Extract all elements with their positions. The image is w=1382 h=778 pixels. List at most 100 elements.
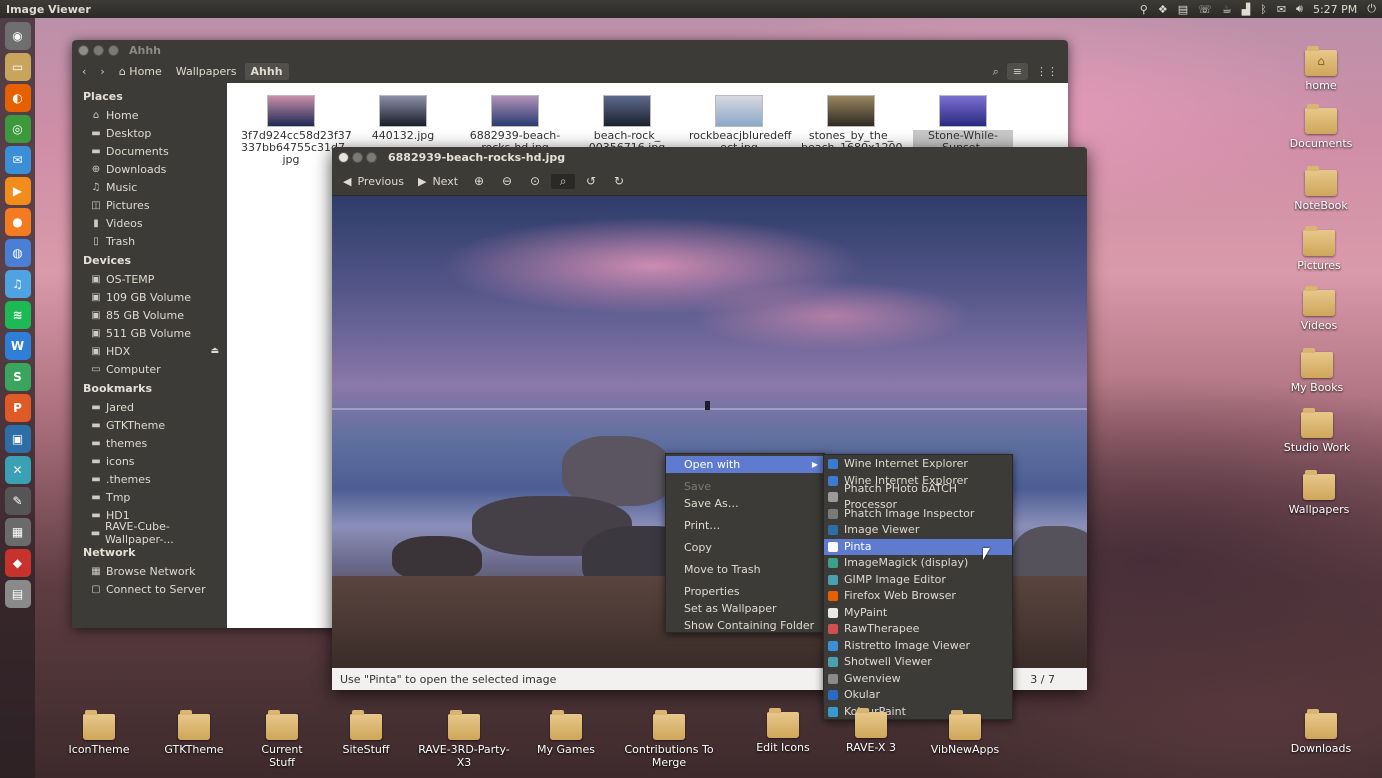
zoom-normal-icon[interactable]: ⊙: [523, 174, 547, 188]
chromium-icon[interactable]: ◍: [4, 239, 31, 267]
desktop-icon-downloads[interactable]: Downloads: [1286, 709, 1356, 755]
minimize-button[interactable]: [93, 44, 104, 56]
image-viewer-icon[interactable]: ▣: [4, 425, 31, 453]
open-with-item-ristretto-image-viewer[interactable]: Ristretto Image Viewer: [824, 638, 1012, 655]
writer-icon[interactable]: W: [4, 332, 31, 360]
close-button[interactable]: [338, 151, 349, 163]
grid-view-icon[interactable]: ⋮⋮: [1030, 63, 1064, 80]
skype-icon[interactable]: ☏: [1198, 3, 1212, 16]
open-with-item-rawtherapee[interactable]: RawTherapee: [824, 621, 1012, 638]
rotate-left-icon[interactable]: ↺: [579, 174, 603, 188]
sidebar-item-documents[interactable]: ▬ Documents: [72, 142, 227, 160]
list-view-icon[interactable]: ≡: [1006, 63, 1028, 80]
sidebar-item-icons[interactable]: ▬ icons: [72, 452, 227, 470]
open-with-item-shotwell-viewer[interactable]: Shotwell Viewer: [824, 654, 1012, 671]
coffee-icon[interactable]: ☕: [1222, 3, 1232, 16]
orange-app-icon[interactable]: ●: [4, 208, 31, 236]
desktop-icon-videos[interactable]: Videos: [1284, 286, 1354, 332]
menu-item-move-to-trash[interactable]: Move to Trash: [666, 561, 824, 578]
chrome-icon[interactable]: ◎: [4, 115, 31, 143]
open-with-item-gimp-image-editor[interactable]: GIMP Image Editor: [824, 572, 1012, 589]
open-with-item-gwenview[interactable]: Gwenview: [824, 671, 1012, 688]
sidebar-item-gtktheme[interactable]: ▬ GTKTheme: [72, 416, 227, 434]
dash-home-icon[interactable]: ◉: [4, 22, 31, 50]
mail-indicator-icon[interactable]: ✉: [1277, 3, 1286, 16]
drive-icon[interactable]: ▤: [4, 580, 31, 608]
menu-item-save-as[interactable]: Save As…: [666, 495, 824, 512]
open-with-item-phatch-photo-batch-processor[interactable]: Phatch PHoto bATCH Processor: [824, 482, 1012, 511]
maximize-button[interactable]: [108, 44, 119, 56]
pen-icon[interactable]: ✎: [4, 487, 31, 515]
sidebar-item--themes[interactable]: ▬ .themes: [72, 470, 227, 488]
screenshot-icon[interactable]: ▦: [4, 518, 31, 546]
files-icon[interactable]: ▭: [4, 53, 31, 81]
desktop-icon-contributions-to-merge[interactable]: Contributions To Merge: [624, 710, 714, 769]
sidebar-item-downloads[interactable]: ⊕ Downloads: [72, 160, 227, 178]
menu-item-copy[interactable]: Copy: [666, 539, 824, 556]
clipboard-icon[interactable]: ▤: [1178, 3, 1188, 16]
forward-button[interactable]: ›: [94, 63, 110, 80]
desktop-icon-icontheme[interactable]: IconTheme: [64, 710, 134, 756]
sidebar-item-themes[interactable]: ▬ themes: [72, 434, 227, 452]
sidebar-item-85-gb-volume[interactable]: ▣ 85 GB Volume: [72, 306, 227, 324]
sidebar-item-browse-network[interactable]: ▦ Browse Network: [72, 562, 227, 580]
desktop-icon-gtktheme[interactable]: GTKTheme: [159, 710, 229, 756]
open-with-item-image-viewer[interactable]: Image Viewer: [824, 522, 1012, 539]
sidebar-item-desktop[interactable]: ▬ Desktop: [72, 124, 227, 142]
eject-icon[interactable]: ⏏: [210, 346, 219, 356]
sidebar-item-jared[interactable]: ▬ Jared: [72, 398, 227, 416]
minimize-button[interactable]: [352, 151, 363, 163]
menu-item-open-with[interactable]: Open with ▶: [666, 456, 824, 473]
desktop-icon-home[interactable]: ⌂ home: [1286, 46, 1356, 92]
desktop-icon-rave-3rd-party-x3[interactable]: RAVE-3RD-Party-X3: [416, 710, 512, 769]
usb-icon[interactable]: ⚲: [1140, 3, 1148, 16]
desktop-icon-pictures[interactable]: Pictures: [1284, 226, 1354, 272]
open-with-item-okular[interactable]: Okular: [824, 687, 1012, 704]
breadcrumb-wallpapers[interactable]: Wallpapers: [170, 63, 243, 80]
sidebar-item-connect-to-server[interactable]: ▢ Connect to Server: [72, 580, 227, 598]
desktop-icon-studio-work[interactable]: Studio Work: [1282, 408, 1352, 454]
sidebar-item-tmp[interactable]: ▬ Tmp: [72, 488, 227, 506]
volume-icon[interactable]: 🔊︎: [1296, 2, 1303, 16]
zoom-fit-icon[interactable]: ⌕: [551, 173, 576, 189]
firefox-icon[interactable]: ◐: [4, 84, 31, 112]
sidebar-item-home[interactable]: ⌂ Home: [72, 106, 227, 124]
desktop-icon-notebook[interactable]: NoteBook: [1286, 166, 1356, 212]
open-with-item-wine-internet-explorer[interactable]: Wine Internet Explorer: [824, 456, 1012, 473]
desktop-icon-edit-icons[interactable]: Edit Icons: [748, 708, 818, 754]
sidebar-item-rave-cube-wallpaper[interactable]: ▬ RAVE-Cube-Wallpaper-...: [72, 520, 227, 546]
dropbox-icon[interactable]: ❖: [1158, 3, 1168, 16]
mail-icon[interactable]: ✉: [4, 146, 31, 174]
desktop-icon-my-games[interactable]: My Games: [531, 710, 601, 756]
sidebar-item-videos[interactable]: ▮ Videos: [72, 214, 227, 232]
power-icon[interactable]: ⏻: [1367, 2, 1376, 16]
maximize-button[interactable]: [366, 151, 377, 163]
desktop-icon-wallpapers[interactable]: Wallpapers: [1284, 470, 1354, 516]
desktop-icon-sitestuff[interactable]: SiteStuff: [331, 710, 401, 756]
file-item[interactable]: 3f7d924cc58d23f37 337bb64755c31d7. jpg: [235, 95, 352, 166]
desktop-icon-vibnewapps[interactable]: VibNewApps: [930, 710, 1000, 756]
sidebar-item-os-temp[interactable]: ▣ OS-TEMP: [72, 270, 227, 288]
close-button[interactable]: [78, 44, 89, 56]
next-button[interactable]: ▶ Next: [413, 173, 463, 190]
rotate-right-icon[interactable]: ↻: [607, 174, 631, 188]
sidebar-item-music[interactable]: ♫ Music: [72, 178, 227, 196]
desktop-icon-my-books[interactable]: My Books: [1282, 348, 1352, 394]
media-player-icon[interactable]: ▶: [4, 177, 31, 205]
tools-icon[interactable]: ✕: [4, 456, 31, 484]
spotify-icon[interactable]: ≋: [4, 301, 31, 329]
desktop-icon-current-stuff[interactable]: Current Stuff: [247, 710, 317, 769]
breadcrumb-home[interactable]: ⌂ Home: [113, 63, 168, 80]
clock[interactable]: 5:27 PM: [1313, 3, 1357, 16]
bluetooth-icon[interactable]: ᛒ: [1260, 3, 1267, 16]
zoom-in-icon[interactable]: ⊕: [467, 174, 491, 188]
desktop-icon-documents[interactable]: Documents: [1286, 104, 1356, 150]
back-button[interactable]: ‹: [76, 63, 92, 80]
sidebar-item-trash[interactable]: ▯ Trash: [72, 232, 227, 250]
menu-item-show-containing-folder[interactable]: Show Containing Folder: [666, 617, 824, 634]
menu-item-set-as-wallpaper[interactable]: Set as Wallpaper: [666, 600, 824, 617]
sidebar-item-pictures[interactable]: ◫ Pictures: [72, 196, 227, 214]
breadcrumb-ahhh[interactable]: Ahhh: [244, 63, 289, 80]
open-with-item-firefox-web-browser[interactable]: Firefox Web Browser: [824, 588, 1012, 605]
sidebar-item-511-gb-volume[interactable]: ▣ 511 GB Volume: [72, 324, 227, 342]
